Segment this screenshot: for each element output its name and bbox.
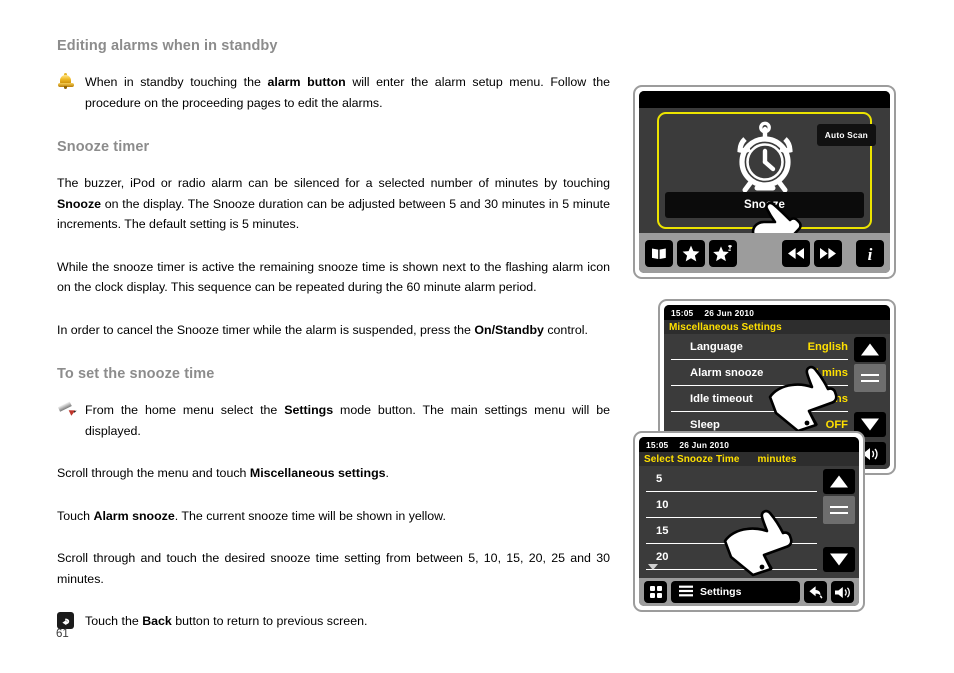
device3-date: 26 Jun 2010 xyxy=(679,439,730,450)
text-column: Editing alarms when in standby When in s… xyxy=(57,38,610,632)
device3-title: Select Snooze Time minutes xyxy=(639,452,859,467)
rewind-icon[interactable] xyxy=(782,239,810,267)
device-screenshot-alarm-standby: Auto Scan Snooze i xyxy=(633,85,896,279)
fast-forward-icon[interactable] xyxy=(814,239,842,267)
alarm-clock-icon xyxy=(726,120,804,201)
paragraph-snooze-active: While the snooze timer is active the rem… xyxy=(57,259,610,295)
info-icon[interactable]: i xyxy=(856,239,884,267)
paragraph-alarm-snooze: Touch Alarm snooze. The current snooze t… xyxy=(57,508,446,523)
star-icon[interactable] xyxy=(677,239,705,267)
option-label: 10 xyxy=(656,498,669,511)
section-heading-editing-alarms: Editing alarms when in standby xyxy=(57,38,278,54)
device3-time: 15:05 xyxy=(646,439,669,450)
bell-icon xyxy=(57,73,85,89)
row-label: Idle timeout xyxy=(690,392,753,405)
page-number: 61 xyxy=(56,628,69,640)
device3-bottom-toolbar: Settings xyxy=(639,578,859,606)
snooze-option-10[interactable]: 10 xyxy=(646,492,817,518)
grid-icon[interactable] xyxy=(644,581,667,603)
option-label: 5 xyxy=(656,472,663,485)
device3-scrollbar[interactable] xyxy=(823,469,855,572)
scroll-thumb-icon[interactable] xyxy=(854,364,886,392)
bullet-back-button-text: Touch the Back button to return to previ… xyxy=(85,614,368,628)
row-label: Alarm snooze xyxy=(690,366,764,379)
row-value: English xyxy=(807,340,848,353)
device2-title: Miscellaneous Settings xyxy=(664,320,890,335)
back-button-icon xyxy=(57,612,85,629)
row-value: 5 mins xyxy=(812,366,848,379)
scroll-thumb-icon[interactable] xyxy=(823,496,855,524)
option-label: 15 xyxy=(656,524,669,537)
settings-menu-button[interactable]: Settings xyxy=(671,581,800,603)
section-heading-snooze-timer: Snooze timer xyxy=(57,139,150,155)
volume-icon[interactable] xyxy=(831,581,854,603)
bullet-editing-alarms-text: When in standby touching the alarm butto… xyxy=(85,75,610,110)
snooze-button[interactable]: Snooze xyxy=(665,192,864,218)
device3-status-bar: 15:05 26 Jun 2010 xyxy=(639,437,859,452)
pencil-icon xyxy=(57,401,85,416)
paragraph-snooze-duration: The buzzer, iPod or radio alarm can be s… xyxy=(57,176,610,231)
auto-scan-button[interactable]: Auto Scan xyxy=(816,124,876,146)
bullet-back-button: Touch the Back button to return to previ… xyxy=(57,611,610,632)
row-label: Language xyxy=(690,340,743,353)
scroll-up-icon[interactable] xyxy=(854,337,886,362)
device-screenshot-select-snooze-time: 15:05 26 Jun 2010 Select Snooze Time min… xyxy=(633,431,865,612)
back-icon[interactable] xyxy=(804,581,827,603)
paragraph-misc-settings: Scroll through the menu and touch Miscel… xyxy=(57,466,389,480)
bullet-editing-alarms: When in standby touching the alarm butto… xyxy=(57,72,610,113)
device2-status-bar: 15:05 26 Jun 2010 xyxy=(664,305,890,320)
paragraph-scroll-select: Scroll through and touch the desired sno… xyxy=(57,551,610,586)
device1-bottom-toolbar: i xyxy=(639,233,890,273)
star-plus-icon[interactable] xyxy=(709,239,737,267)
device3-title-unit: minutes xyxy=(757,453,797,465)
settings-row-language[interactable]: Language English xyxy=(671,334,848,360)
snooze-option-20[interactable]: 20 xyxy=(646,544,817,570)
settings-row-alarm-snooze[interactable]: Alarm snooze 5 mins xyxy=(671,360,848,386)
device1-screen-area: Auto Scan Snooze xyxy=(639,108,890,266)
row-value: OFF xyxy=(825,418,848,431)
scroll-up-icon[interactable] xyxy=(823,469,855,494)
settings-label: Settings xyxy=(700,586,742,598)
snooze-option-5[interactable]: 5 xyxy=(646,466,817,492)
device3-title-text: Select Snooze Time xyxy=(644,453,740,465)
snooze-option-15[interactable]: 15 xyxy=(646,518,817,544)
section-heading-set-snooze-time: To set the snooze time xyxy=(57,366,215,382)
bullet-settings-mode: From the home menu select the Settings m… xyxy=(57,400,610,441)
device1-top-bar xyxy=(639,91,890,108)
row-label: Sleep xyxy=(690,418,720,431)
scroll-down-icon[interactable] xyxy=(823,547,855,572)
row-value: 5 mins xyxy=(812,392,848,405)
book-icon[interactable] xyxy=(645,239,673,267)
svg-text:i: i xyxy=(868,245,873,262)
device2-time: 15:05 xyxy=(671,307,694,318)
more-items-indicator-icon xyxy=(648,564,658,570)
bullet-settings-mode-text: From the home menu select the Settings m… xyxy=(85,403,610,438)
paragraph-cancel-snooze: In order to cancel the Snooze timer whil… xyxy=(57,322,588,337)
settings-row-idle-timeout[interactable]: Idle timeout 5 mins xyxy=(671,386,848,412)
option-label: 20 xyxy=(656,550,669,563)
manual-page: Editing alarms when in standby When in s… xyxy=(0,0,954,673)
device2-date: 26 Jun 2010 xyxy=(704,307,755,318)
menu-icon xyxy=(679,585,693,600)
